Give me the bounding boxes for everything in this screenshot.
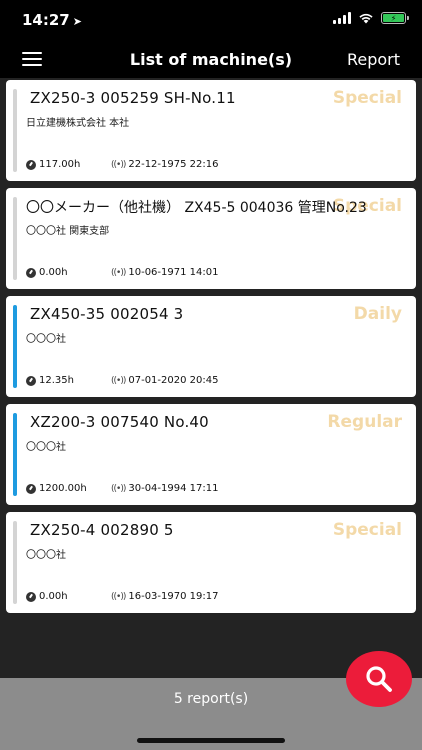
- machine-company: 〇〇〇社: [26, 334, 66, 345]
- machine-card[interactable]: Special 〇〇メーカー（他社機） ZX45-5 004036 管理No.2…: [6, 188, 416, 289]
- hour-meter-value: 117.00h: [39, 159, 81, 170]
- hour-meter: 0.00h: [26, 591, 68, 602]
- machine-title: XZ200-3 007540 No.40: [30, 413, 209, 431]
- last-communication: ((•)) 16-03-1970 19:17: [111, 591, 218, 602]
- last-communication-value: 22-12-1975 22:16: [128, 159, 219, 170]
- hour-meter: 0.00h: [26, 267, 68, 278]
- gauge-icon: [26, 591, 36, 602]
- wifi-icon: [359, 13, 373, 24]
- status-time: 14:27 ➤: [22, 11, 82, 29]
- hour-meter: 117.00h: [26, 159, 80, 170]
- machine-card[interactable]: ZX450-35 002054 3 〇〇〇社 Daily 12.35h ((•)…: [6, 296, 416, 397]
- hour-meter-value: 0.00h: [39, 267, 68, 278]
- status-indicator-bar: [13, 197, 17, 280]
- last-communication: ((•)) 07-01-2020 20:45: [111, 375, 218, 386]
- signal-icon: ((•)): [111, 267, 126, 278]
- signal-icon: ((•)): [111, 483, 126, 494]
- machine-card[interactable]: ZX250-4 002890 5 〇〇〇社 Special 0.00h ((•)…: [6, 512, 416, 613]
- machine-company: 日立建機株式会社 本社: [26, 118, 130, 129]
- machine-card[interactable]: ZX250-3 005259 SH-No.11 日立建機株式会社 本社 Spec…: [6, 80, 416, 181]
- signal-icon: ((•)): [111, 159, 126, 170]
- machine-company: 〇〇〇社: [26, 442, 66, 453]
- home-indicator[interactable]: [137, 738, 285, 743]
- status-indicator-bar: [13, 89, 17, 172]
- machine-title: 〇〇メーカー（他社機） ZX45-5 004036 管理No.23: [26, 200, 367, 216]
- search-button[interactable]: [346, 651, 412, 707]
- battery-icon: ⚡: [381, 12, 409, 24]
- battery-charging-label: ⚡: [383, 14, 404, 23]
- hour-meter-value: 12.35h: [39, 375, 74, 386]
- inspection-badge: Special: [332, 88, 402, 108]
- status-icons: ⚡: [333, 12, 409, 24]
- last-communication-value: 16-03-1970 19:17: [128, 591, 219, 602]
- gauge-icon: [26, 159, 36, 170]
- hour-meter: 1200.00h: [26, 483, 87, 494]
- search-icon: [366, 666, 392, 692]
- last-communication-value: 10-06-1971 14:01: [128, 267, 219, 278]
- status-indicator-bar: [13, 413, 17, 496]
- hour-meter-value: 0.00h: [39, 591, 68, 602]
- status-time-text: 14:27: [22, 11, 70, 29]
- last-communication: ((•)) 30-04-1994 17:11: [111, 483, 218, 494]
- gauge-icon: [26, 267, 36, 278]
- machine-title: ZX250-3 005259 SH-No.11: [30, 89, 236, 107]
- status-indicator-bar: [13, 521, 17, 604]
- hour-meter-value: 1200.00h: [39, 483, 87, 494]
- gauge-icon: [26, 375, 36, 386]
- hour-meter: 12.35h: [26, 375, 74, 386]
- inspection-badge: Regular: [327, 412, 402, 432]
- machine-card[interactable]: XZ200-3 007540 No.40 〇〇〇社 Regular 1200.0…: [6, 404, 416, 505]
- machine-list[interactable]: ZX250-3 005259 SH-No.11 日立建機株式会社 本社 Spec…: [0, 78, 422, 678]
- signal-icon: ((•)): [111, 375, 126, 386]
- last-communication-value: 07-01-2020 20:45: [128, 375, 219, 386]
- gauge-icon: [26, 483, 36, 494]
- location-arrow-icon: ➤: [72, 15, 82, 28]
- last-communication: ((•)) 10-06-1971 14:01: [111, 267, 218, 278]
- machine-company: 〇〇〇社: [26, 550, 66, 561]
- machine-title: ZX450-35 002054 3: [30, 305, 184, 323]
- last-communication: ((•)) 22-12-1975 22:16: [111, 159, 218, 170]
- status-indicator-bar: [13, 305, 17, 388]
- machine-title: ZX250-4 002890 5: [30, 521, 174, 539]
- navigation-bar: List of machine(s) Report: [0, 40, 422, 78]
- report-button[interactable]: Report: [347, 50, 400, 69]
- status-bar: 14:27 ➤ ⚡: [0, 0, 422, 40]
- inspection-badge: Daily: [353, 304, 402, 324]
- last-communication-value: 30-04-1994 17:11: [128, 483, 219, 494]
- inspection-badge: Special: [332, 520, 402, 540]
- cellular-signal-icon: [333, 12, 351, 24]
- signal-icon: ((•)): [111, 591, 126, 602]
- machine-company: 〇〇〇社 関東支部: [26, 226, 110, 237]
